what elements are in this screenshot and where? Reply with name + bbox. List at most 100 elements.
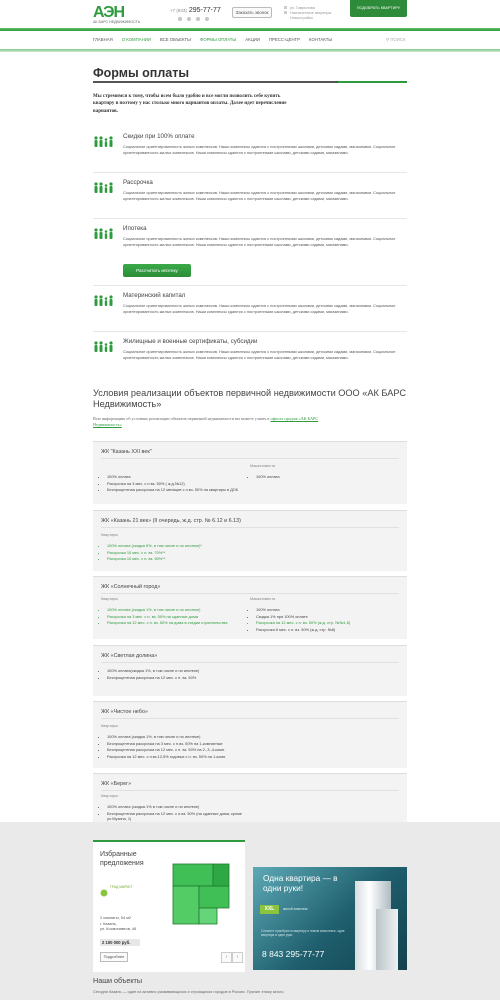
card-divider	[101, 527, 399, 528]
social-twitter-icon[interactable]	[196, 17, 200, 21]
search-button[interactable]: ⚲ ПОИСК	[386, 37, 405, 43]
condition-item: Рассрочка на 3 мес. с п. вз. 50% на сдан…	[107, 614, 246, 619]
callback-button[interactable]: Заказать звонок	[232, 7, 272, 18]
payment-block-maternity: Материнский капитал Социальное ориентиро…	[93, 292, 407, 332]
banner-headline: Одна квартира — в одни руки!	[263, 873, 338, 893]
condition-item: Рассрочка на 12 мес. с п. вз. 50% (ж.д. …	[256, 620, 400, 625]
nav-item-about[interactable]: О КОМПАНИИ	[122, 37, 151, 42]
family-icon	[94, 182, 113, 193]
featured-offers: Избранные предложения ГРАД МАРКЕТ 2 комн…	[93, 840, 245, 972]
divider	[93, 218, 407, 219]
card-divider	[101, 458, 399, 459]
social-facebook-icon[interactable]	[187, 17, 191, 21]
flats-column: Квартиры 100% оплата (скидка 5%, в том ч…	[101, 533, 251, 563]
family-icon	[94, 228, 113, 239]
condition-item: 100% оплата(скидка 1%, в том числе и по …	[107, 668, 301, 673]
site-logo[interactable]: АЭН АК БАРС НЕДВИЖИМОСТЬ	[93, 4, 145, 26]
payment-text: Социальное ориентированность жилых компл…	[123, 349, 396, 361]
next-arrow-icon[interactable]: ›	[232, 952, 243, 963]
complex-name: ЖК «Светлая долина»	[101, 653, 158, 659]
xxl-logo: XXL	[260, 905, 279, 914]
condition-item: Беспроцентная рассрочка на 12 мес. с п.в…	[107, 811, 251, 821]
card-divider	[101, 790, 399, 791]
tower-image-2	[376, 909, 398, 970]
condition-item: Рассрочка на 12 мес. с п.вз.12,5% годовы…	[107, 754, 301, 759]
flats-label: Квартиры	[101, 597, 119, 601]
conditions-note: Всю информацию об условиях реализации об…	[93, 416, 319, 428]
condition-item: Рассрочка на 12 мес. с п. вз. 50% на дом…	[107, 620, 246, 625]
brand-logo: ГРАД МАРКЕТ	[100, 884, 133, 897]
condition-item: Рассрочка 10 мес. с п. вз. 50%**	[107, 556, 251, 561]
payment-block-certificates: Жилищные и военные сертификаты, субсидии…	[93, 338, 407, 378]
complex-card: ЖК "Казань XXI век" Квартиры 100% оплата…	[93, 441, 407, 504]
payment-title: Скидки при 100% оплате	[123, 133, 195, 140]
condition-item: Беспроцентная рассрочка на 12 мес. с п. …	[107, 675, 301, 680]
condition-item: Беспроцентная рассрочка на 12 месяцев с …	[107, 487, 241, 492]
social-links	[178, 17, 209, 21]
nav-shadow-bar	[0, 49, 500, 52]
payment-text: Социальное ориентированность жилых компл…	[123, 190, 396, 202]
prev-arrow-icon[interactable]: ‹	[221, 952, 232, 963]
card-divider	[101, 593, 399, 594]
complex-name: ЖК «Солнечный город»	[101, 584, 161, 590]
complex-card: ЖК «Чистое небо» Квартиры 100% оплата (с…	[93, 701, 407, 768]
payment-title: Ипотека	[123, 225, 147, 232]
condition-item: 100% оплата (скидка 1%, в том числе и по…	[107, 734, 301, 739]
offer-rooms: 2 комнаты, 54 м2	[100, 915, 132, 920]
parking-column: Машиноместа 100% оплата Скидка 1% при 10…	[250, 597, 400, 634]
complex-name: ЖК «Казань 21 век» (II очередь, ж.д. стр…	[101, 518, 241, 524]
flats-label: Квартиры	[101, 533, 119, 537]
condition-item: 100% оплата (скидка 1% в том числе и по …	[107, 804, 251, 809]
nav-item-payment[interactable]: ФОРМЫ ОПЛАТЫ	[200, 37, 236, 42]
featured-title: Избранные предложения	[100, 851, 144, 867]
nav-item-contacts[interactable]: КОНТАКТЫ	[309, 37, 332, 42]
nav-item-press[interactable]: ПРЕСС-ЦЕНТР	[269, 37, 300, 42]
calculate-mortgage-button[interactable]: Рассчитать ипотеку	[123, 264, 191, 277]
header-link-3[interactable]: Новостройки	[284, 16, 344, 21]
flats-column: Квартиры 100% оплата (скидка 1%, в том ч…	[101, 597, 246, 627]
offer-details: 2 комнаты, 54 м2 г. Казань, ул. Космонав…	[100, 915, 136, 932]
nav-item-home[interactable]: ГЛАВНАЯ	[93, 37, 113, 42]
pin-icon	[284, 6, 287, 9]
condition-item: Рассрочка на 3 мес. с п.вз. 50% ( ж.д.№1…	[107, 481, 241, 486]
flats-column: Квартиры 100% оплата Рассрочка на 3 мес.…	[101, 464, 241, 494]
flats-label: Квартиры	[101, 794, 119, 798]
condition-item: Беспроцентная рассрочка на 12 мес. с п. …	[107, 747, 301, 752]
condition-item: Скидка 1% при 100% оплате	[256, 614, 400, 619]
complex-name: ЖК «Берег»	[101, 781, 132, 787]
conditions-title: Условия реализации объектов первичной не…	[93, 388, 406, 409]
social-ok-icon[interactable]	[205, 17, 209, 21]
social-vk-icon[interactable]	[178, 17, 182, 21]
bottom-section	[0, 822, 500, 1000]
payment-block-installment: Рассрочка Социальное ориентированность ж…	[93, 179, 407, 219]
page-title: Формы оплаты	[93, 66, 190, 80]
our-objects-title: Наши объекты	[93, 976, 143, 985]
logo-subtitle: АК БАРС НЕДВИЖИМОСТЬ	[93, 20, 141, 24]
complex-name: ЖК "Казань XXI век"	[101, 449, 152, 455]
flats-column: Квартиры 100% оплата (скидка 1%, в том ч…	[101, 724, 301, 761]
nav-item-objects[interactable]: ВСЕ ОБЪЕКТЫ	[160, 37, 191, 42]
flats-column: 100% оплата(скидка 1%, в том числе и по …	[101, 668, 301, 681]
family-icon	[94, 136, 113, 147]
floor-plan-image[interactable]	[167, 860, 237, 930]
divider	[93, 331, 407, 332]
intro-text: Мы стремимся к тому, чтобы всем было удо…	[93, 94, 287, 114]
phone-number: 295-77-77	[188, 7, 221, 14]
flats-label: Квартиры	[101, 724, 119, 728]
condition-item: 100% оплата	[256, 607, 400, 612]
parking-column: Машиноместа 100% оплата	[250, 464, 400, 481]
banner-phone: 8 843 295-77-77	[262, 949, 325, 959]
header-links: ул. Гаврилова Назначенные квартиры Новос…	[284, 6, 344, 21]
promo-banner[interactable]: Одна квартира — в одни руки! XXL жилой к…	[253, 867, 407, 970]
divider	[93, 172, 407, 173]
payment-title: Жилищные и военные сертификаты, субсидии	[123, 338, 258, 345]
header-phone[interactable]: +7 (843) 295-77-77	[170, 7, 221, 14]
condition-item: Рассрочка 6 мес. с п. вз. 50% (ж.д. стр.…	[256, 627, 400, 632]
pick-apartment-button[interactable]: ПОДОБРАТЬ КВАРТИРУ	[350, 0, 407, 17]
phone-code: +7 (843)	[170, 8, 187, 13]
banner-small-text: Спешите приобрести квартиру в новом комп…	[261, 929, 345, 938]
nav-item-promo[interactable]: АКЦИИ	[245, 37, 260, 42]
complex-card: ЖК «Солнечный город» Квартиры 100% оплат…	[93, 576, 407, 639]
parking-label: Машиноместа	[250, 464, 276, 468]
more-button[interactable]: Подробнее	[100, 952, 128, 962]
